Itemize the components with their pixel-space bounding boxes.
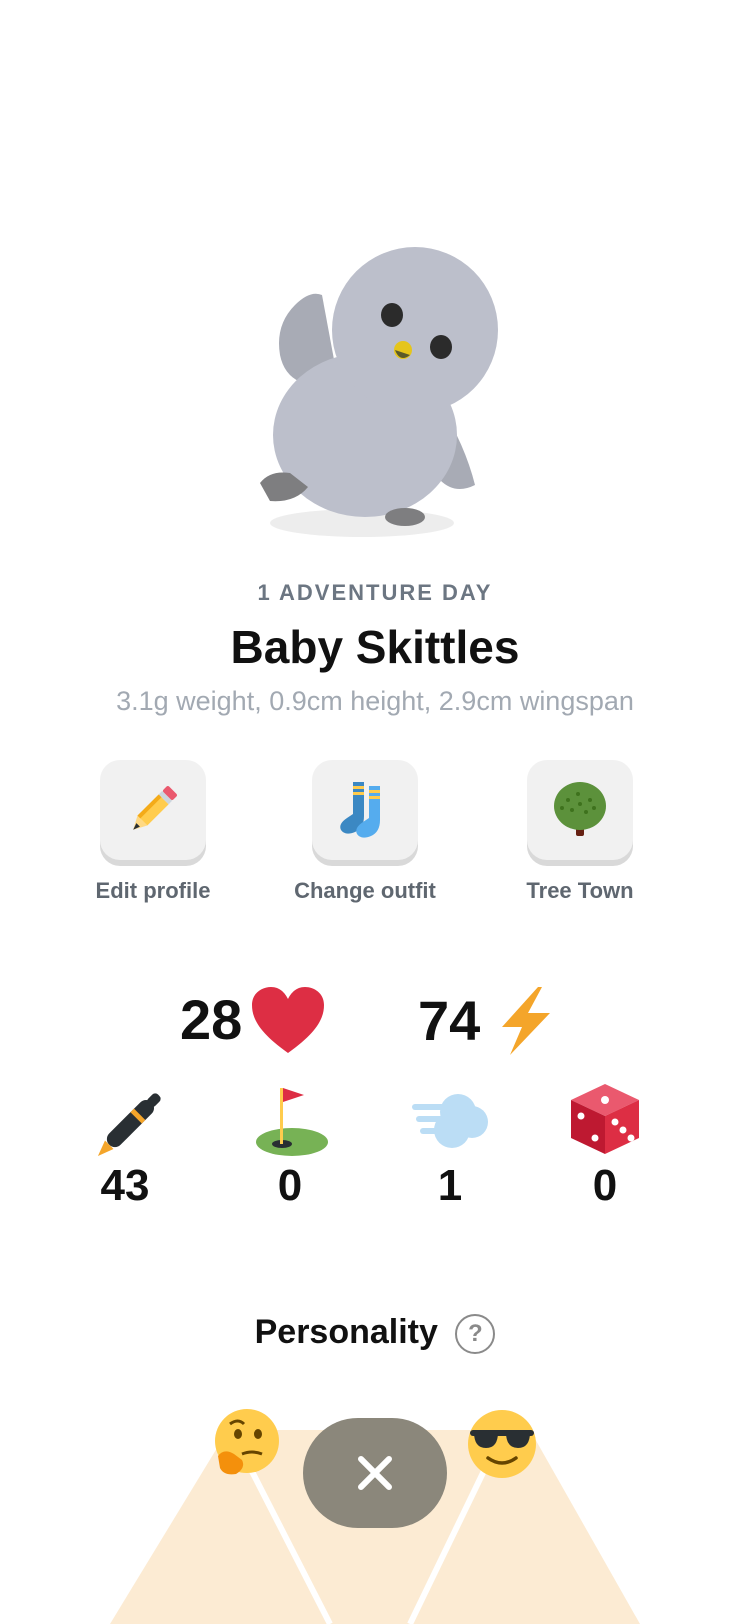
change-outfit-label: Change outfit <box>294 878 436 903</box>
pencil-icon <box>133 786 177 830</box>
close-icon <box>358 1456 392 1490</box>
hearts-value: 28 <box>180 988 243 1051</box>
heart-icon <box>252 987 325 1053</box>
help-icon[interactable]: ? <box>455 1314 496 1355</box>
sunglasses-face-icon[interactable] <box>466 1408 538 1480</box>
socks-icon <box>340 782 380 838</box>
tree-icon <box>554 782 606 836</box>
energy-value: 74 <box>418 989 481 1052</box>
change-outfit-tile[interactable] <box>312 760 418 860</box>
dice-value: 0 <box>592 1161 618 1210</box>
energy-stat: 74 <box>418 985 558 1057</box>
wind-value: 1 <box>437 1161 463 1210</box>
golf-value: 0 <box>277 1161 303 1210</box>
close-button[interactable] <box>303 1418 447 1528</box>
edit-profile-button[interactable]: Edit profile <box>53 760 253 904</box>
golf-stat: 0 <box>240 1082 340 1208</box>
tree-town-button[interactable]: Tree Town <box>480 760 680 904</box>
dice-stat: 0 <box>555 1082 655 1208</box>
tree-town-label: Tree Town <box>526 878 634 903</box>
tree-town-tile[interactable] <box>527 760 633 860</box>
pet-measurements: 3.1g weight, 0.9cm height, 2.9cm wingspa… <box>116 686 634 716</box>
edit-profile-label: Edit profile <box>95 878 211 903</box>
thinking-face-icon[interactable] <box>212 1408 282 1478</box>
dice-icon <box>571 1084 639 1154</box>
pen-value: 43 <box>100 1161 150 1210</box>
pet-name: Baby Skittles <box>230 621 520 673</box>
golf-flag-icon <box>256 1088 328 1156</box>
pen-stat: 43 <box>75 1082 179 1208</box>
change-outfit-button[interactable]: Change outfit <box>265 760 465 904</box>
adventure-day-label: 1 ADVENTURE DAY <box>257 580 493 605</box>
pen-icon <box>97 1093 161 1157</box>
lightning-icon <box>502 987 551 1055</box>
personality-heading: Personality ? <box>0 1313 750 1355</box>
wind-icon <box>412 1094 488 1148</box>
bird-avatar[interactable] <box>250 245 520 555</box>
hearts-stat: 28 <box>180 985 326 1055</box>
personality-title: Personality <box>254 1313 438 1351</box>
edit-profile-tile[interactable] <box>100 760 206 860</box>
wind-stat: 1 <box>400 1082 500 1208</box>
